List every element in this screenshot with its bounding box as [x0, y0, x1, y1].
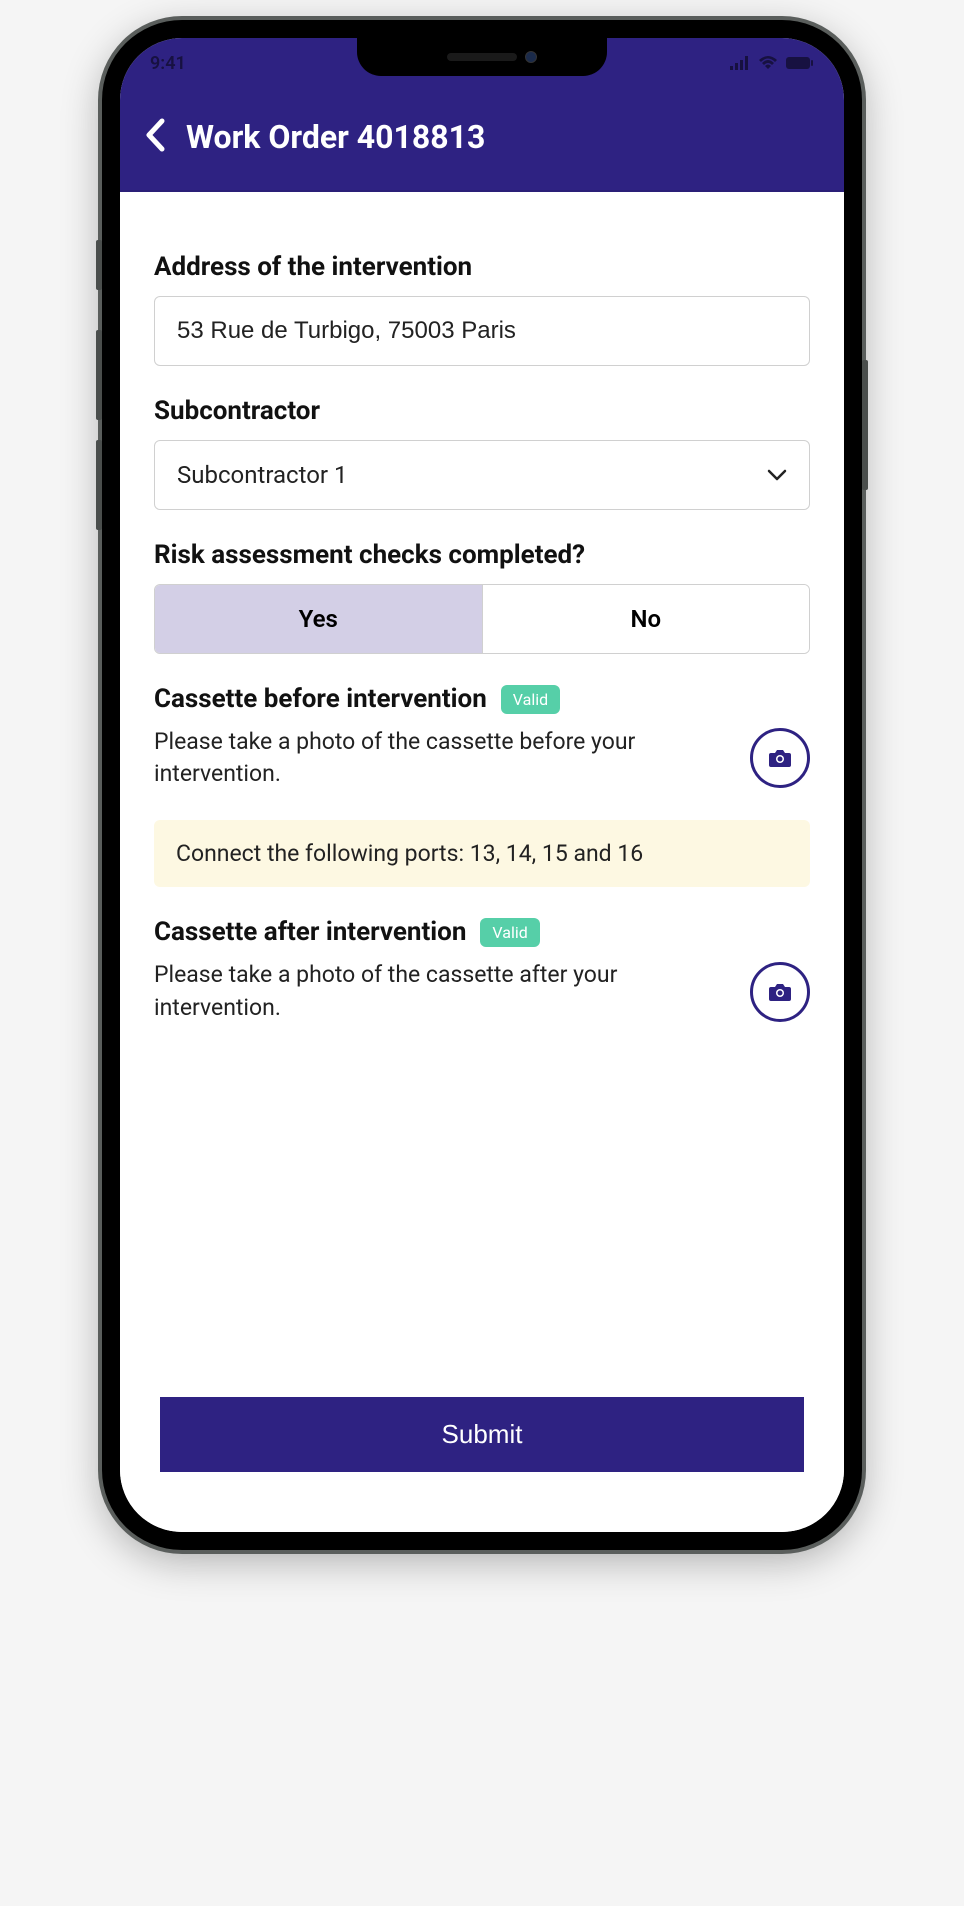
submit-bar: Submit [120, 1377, 844, 1532]
phone-frame: 9:41 Work Order 4018813 Address of the i… [102, 20, 862, 1550]
camera-button-before[interactable] [750, 728, 810, 788]
camera-button-after[interactable] [750, 962, 810, 1022]
risk-group: Risk assessment checks completed? Yes No [154, 540, 810, 654]
risk-label: Risk assessment checks completed? [154, 540, 810, 570]
camera-icon [768, 748, 792, 768]
volume-down-button [96, 440, 102, 530]
speaker [447, 53, 517, 61]
cassette-before-row: Please take a photo of the cassette befo… [154, 726, 810, 790]
address-group: Address of the intervention [154, 252, 810, 366]
submit-button[interactable]: Submit [160, 1397, 804, 1472]
risk-option-yes[interactable]: Yes [155, 585, 483, 653]
status-time: 9:41 [150, 53, 186, 74]
cassette-after-title: Cassette after intervention [154, 917, 466, 947]
cassette-after-row: Please take a photo of the cassette afte… [154, 959, 810, 1023]
wifi-icon [758, 56, 778, 70]
power-button [862, 360, 868, 490]
valid-badge: Valid [501, 685, 560, 714]
cassette-before-section: Cassette before intervention Valid Pleas… [154, 684, 810, 790]
page-title: Work Order 4018813 [186, 118, 485, 156]
battery-icon [786, 56, 814, 70]
status-icons [730, 56, 814, 70]
form-content: Address of the intervention Subcontracto… [120, 192, 844, 1377]
cassette-after-section: Cassette after intervention Valid Please… [154, 917, 810, 1023]
cassette-before-desc: Please take a photo of the cassette befo… [154, 726, 730, 790]
volume-up-button [96, 330, 102, 420]
address-input[interactable] [154, 296, 810, 366]
phone-screen: 9:41 Work Order 4018813 Address of the i… [120, 38, 844, 1532]
camera-icon [768, 982, 792, 1002]
signal-icon [730, 56, 750, 70]
app-header: Work Order 4018813 [120, 88, 844, 192]
subcontractor-label: Subcontractor [154, 396, 810, 426]
address-label: Address of the intervention [154, 252, 810, 282]
cassette-after-desc: Please take a photo of the cassette afte… [154, 959, 730, 1023]
side-button [96, 240, 102, 290]
valid-badge: Valid [480, 918, 539, 947]
info-banner: Connect the following ports: 13, 14, 15 … [154, 820, 810, 887]
chevron-down-icon [767, 469, 787, 481]
subcontractor-value: Subcontractor 1 [177, 461, 347, 489]
front-camera [525, 51, 537, 63]
cassette-after-header: Cassette after intervention Valid [154, 917, 810, 947]
cassette-before-title: Cassette before intervention [154, 684, 487, 714]
subcontractor-select[interactable]: Subcontractor 1 [154, 440, 810, 510]
cassette-before-header: Cassette before intervention Valid [154, 684, 810, 714]
back-button[interactable] [144, 118, 166, 156]
chevron-left-icon [144, 118, 166, 152]
risk-segmented: Yes No [154, 584, 810, 654]
notch [357, 38, 607, 76]
risk-option-no[interactable]: No [483, 585, 810, 653]
subcontractor-group: Subcontractor Subcontractor 1 [154, 396, 810, 510]
